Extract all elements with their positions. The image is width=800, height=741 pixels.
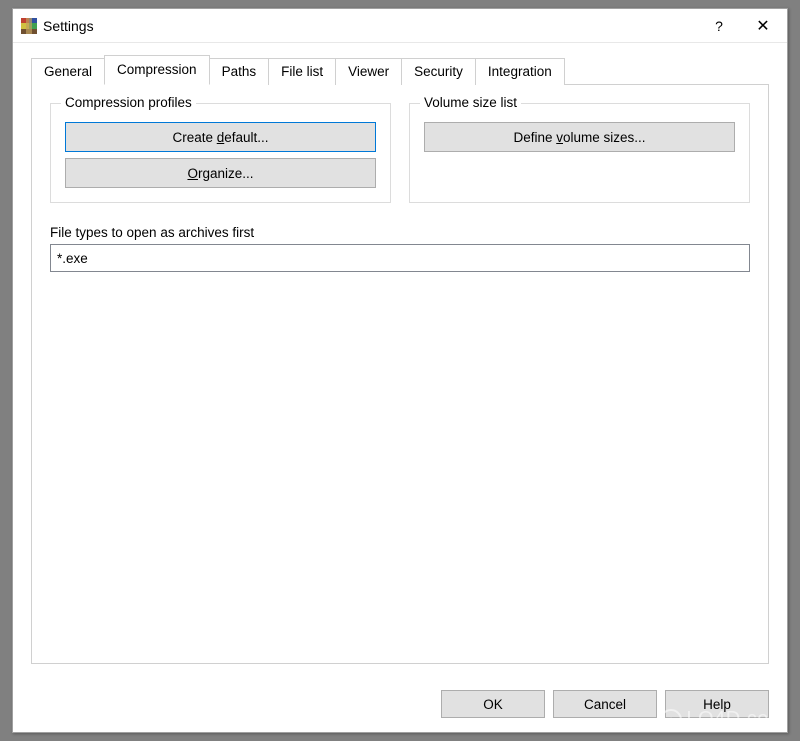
- help-button[interactable]: ?: [697, 10, 741, 42]
- tab-strip: General Compression Paths File list View…: [31, 55, 769, 84]
- button-bar: OK Cancel Help: [13, 678, 787, 732]
- define-volume-sizes-button[interactable]: Define volume sizes...: [424, 122, 735, 152]
- file-types-input[interactable]: [50, 244, 750, 272]
- help-dialog-button[interactable]: Help: [665, 690, 769, 718]
- file-types-label: File types to open as archives first: [50, 225, 750, 240]
- close-icon: ✕: [756, 16, 769, 36]
- window-title: Settings: [43, 18, 94, 34]
- compression-profiles-group: Compression profiles Create default... O…: [50, 103, 391, 203]
- file-types-section: File types to open as archives first: [50, 225, 750, 272]
- compression-panel: Compression profiles Create default... O…: [31, 84, 769, 664]
- compression-profiles-legend: Compression profiles: [61, 95, 196, 110]
- help-icon: ?: [715, 18, 723, 34]
- tab-integration[interactable]: Integration: [475, 58, 565, 85]
- titlebar: Settings ? ✕: [13, 9, 787, 43]
- create-default-button[interactable]: Create default...: [65, 122, 376, 152]
- tab-general[interactable]: General: [31, 58, 105, 85]
- close-button[interactable]: ✕: [741, 10, 785, 42]
- cancel-button[interactable]: Cancel: [553, 690, 657, 718]
- define-volume-sizes-label: Define volume sizes...: [513, 130, 645, 145]
- tab-compression[interactable]: Compression: [104, 55, 210, 85]
- tab-security[interactable]: Security: [401, 58, 476, 85]
- tab-paths[interactable]: Paths: [209, 58, 270, 85]
- app-icon: [21, 18, 37, 34]
- client-area: General Compression Paths File list View…: [13, 43, 787, 678]
- volume-size-list-legend: Volume size list: [420, 95, 521, 110]
- organize-label: Organize...: [187, 166, 253, 181]
- volume-size-list-group: Volume size list Define volume sizes...: [409, 103, 750, 203]
- tab-viewer[interactable]: Viewer: [335, 58, 402, 85]
- tab-file-list[interactable]: File list: [268, 58, 336, 85]
- create-default-label: Create default...: [172, 130, 268, 145]
- ok-button[interactable]: OK: [441, 690, 545, 718]
- organize-button[interactable]: Organize...: [65, 158, 376, 188]
- settings-dialog: Settings ? ✕ General Compression Paths F…: [12, 8, 788, 733]
